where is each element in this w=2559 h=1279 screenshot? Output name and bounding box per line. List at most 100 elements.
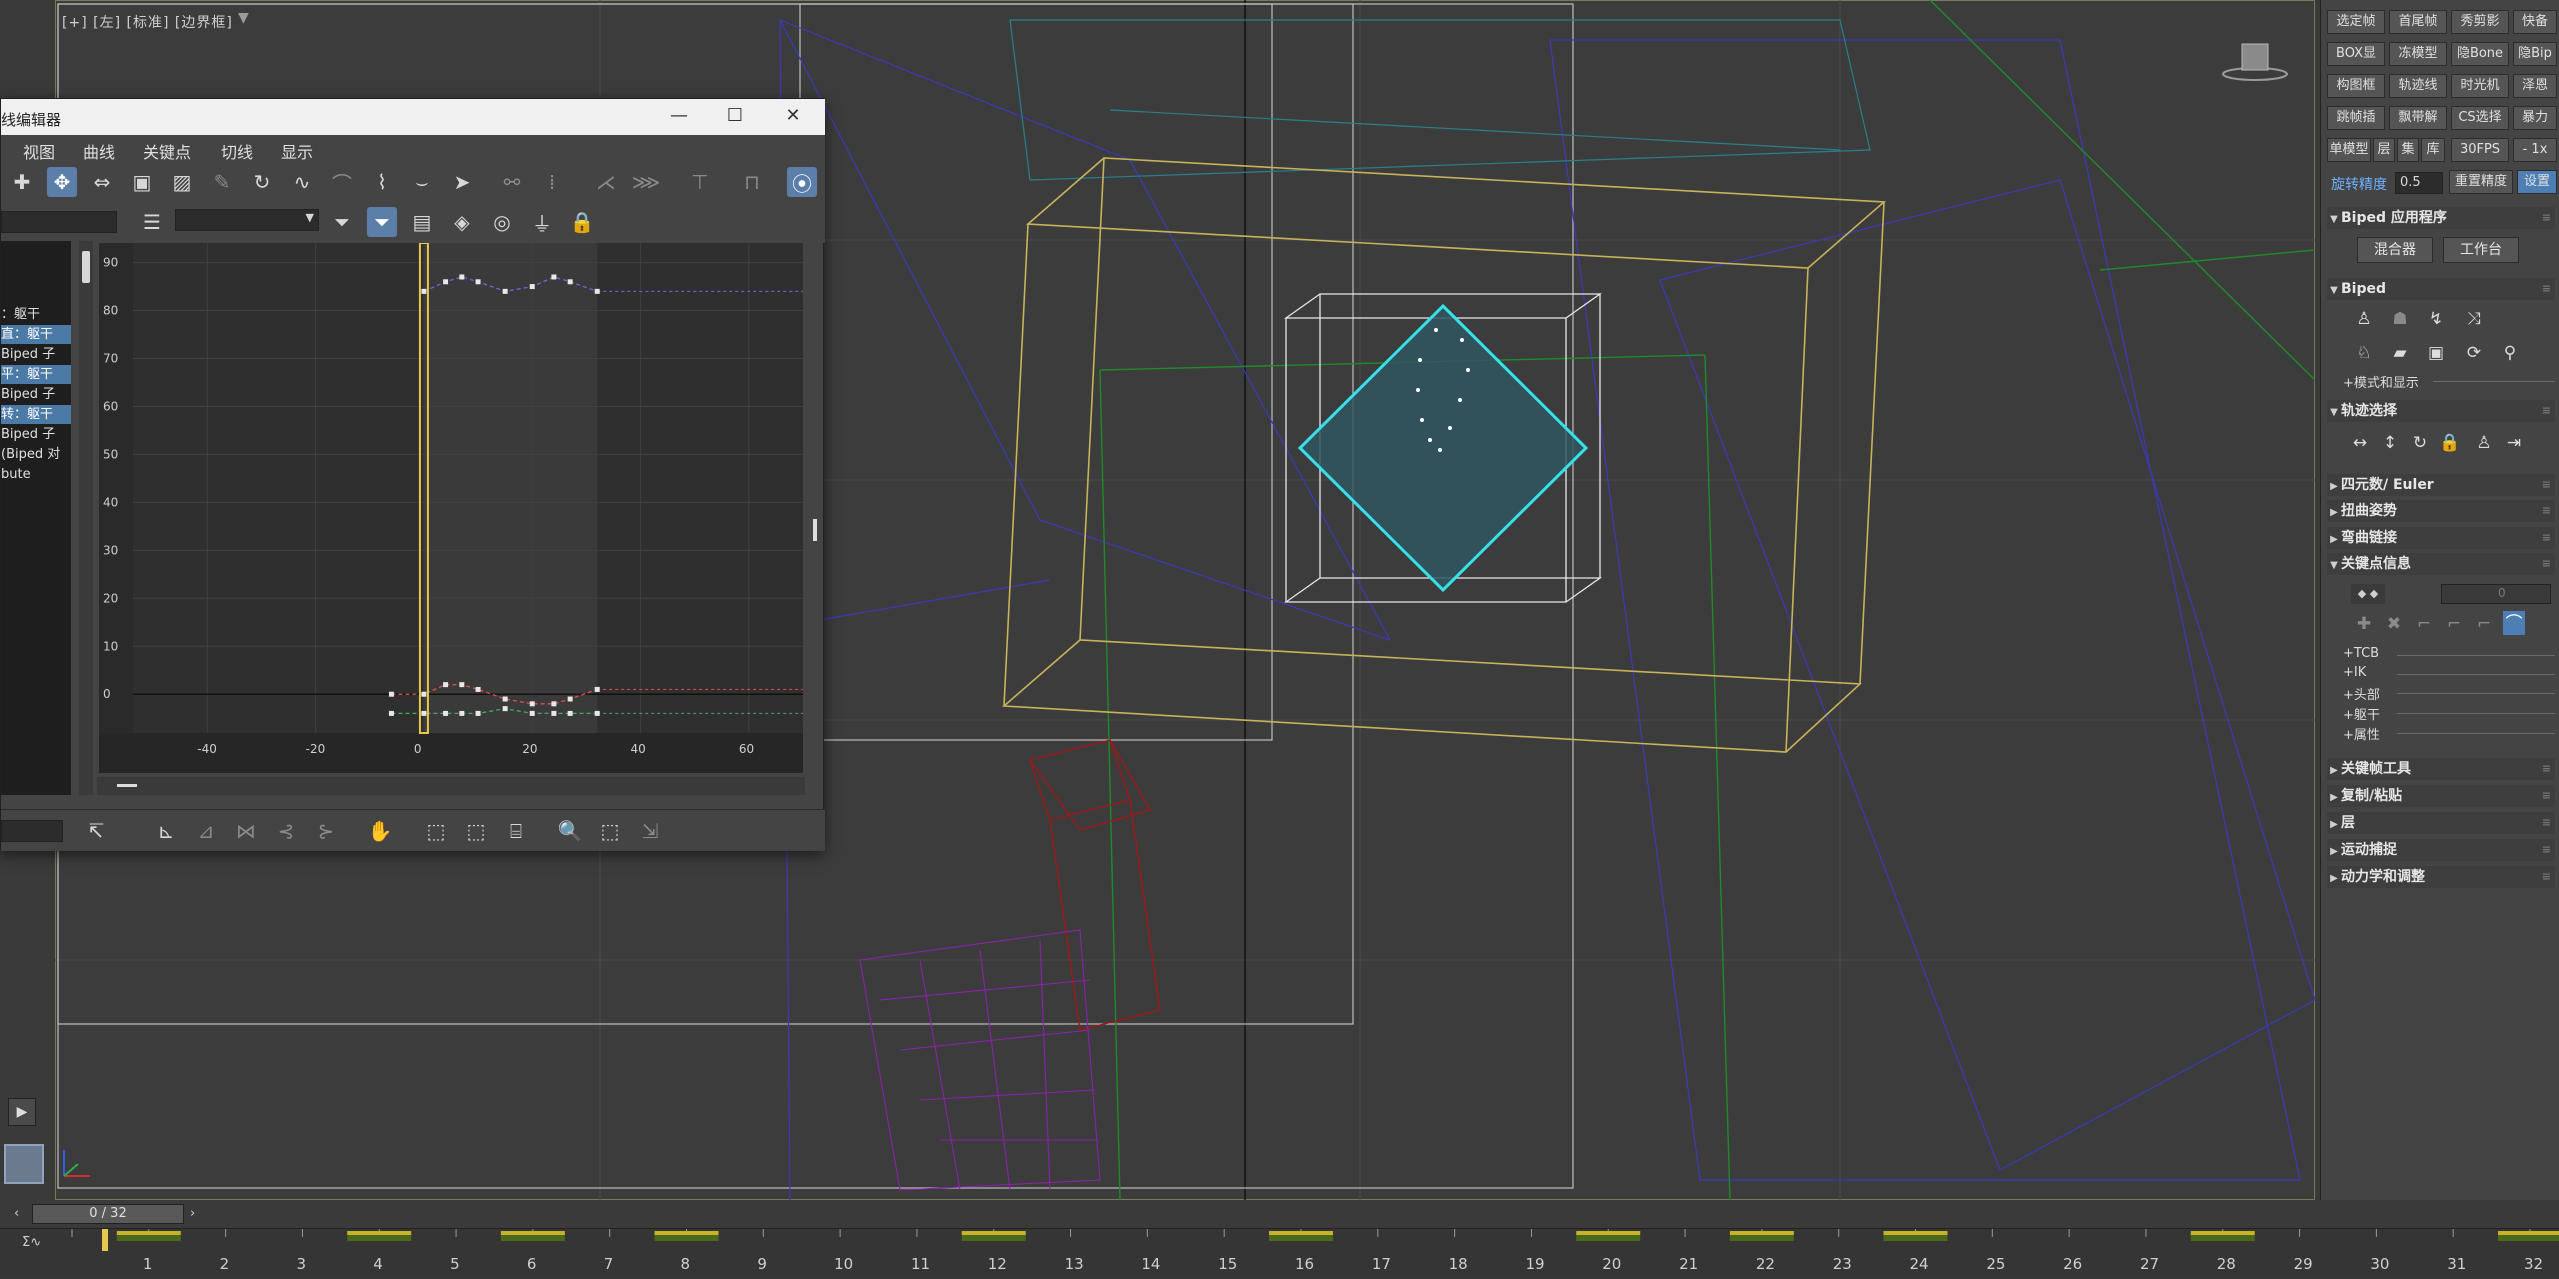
isolate-curve-icon[interactable]: ⊓ xyxy=(737,167,767,197)
break-tangent-icon[interactable]: ⚯ xyxy=(497,167,527,197)
rollout-biped[interactable]: ▼ Biped ≡ xyxy=(2327,278,2555,300)
quick-button[interactable]: 单模型 xyxy=(2327,138,2371,162)
mini-viewport-thumb[interactable] xyxy=(4,1144,44,1184)
quick-button[interactable]: 30FPS xyxy=(2451,138,2509,162)
draw-curve-icon[interactable]: ✎ xyxy=(207,167,237,197)
body-toggle[interactable]: +躯干 xyxy=(2343,704,2380,723)
set-free-icon[interactable]: ⌐ xyxy=(2471,611,2497,637)
quick-button[interactable]: 集 xyxy=(2397,138,2419,162)
frame-curve-icon[interactable]: ⊾ xyxy=(151,816,181,846)
graph-vscroll-thumb[interactable] xyxy=(813,519,817,541)
tree-item[interactable]: Biped 子 xyxy=(1,385,71,404)
rollout-dynamics[interactable]: ▶ 动力学和调整 ≡ xyxy=(2327,866,2555,888)
key-filter-icon[interactable]: ⏚ xyxy=(527,207,557,237)
quick-button[interactable]: BOX显 xyxy=(2327,42,2385,66)
fast-tangent-icon[interactable]: ⌇ xyxy=(367,167,397,197)
quick-button[interactable]: 秀剪影 xyxy=(2451,10,2509,34)
funnel-icon[interactable]: ▼ xyxy=(238,10,249,26)
chevron-right-icon[interactable]: › xyxy=(190,1206,195,1221)
time-slider-track[interactable]: ‹ 0 / 32 › xyxy=(0,1202,2559,1226)
timeline-svg[interactable]: 1 2 3 4 5 6 7 8 9 10 11 12 13 14 15 16 17 18 19 20 21 22 23 24 2… xyxy=(0,1229,2559,1279)
slide-key-icon[interactable]: ⇔ xyxy=(87,167,117,197)
lock-selection-icon[interactable]: 🔒 xyxy=(567,207,597,237)
track-name-field[interactable] xyxy=(1,211,117,233)
rollout-twist-pose[interactable]: ▶ 扭曲姿势 ≡ xyxy=(2327,500,2555,522)
rollout-key-info[interactable]: ▼ 关键点信息 ≡ xyxy=(2327,553,2555,575)
ik-toggle[interactable]: +IK xyxy=(2343,665,2366,680)
body-horizontal-icon[interactable]: ↔ xyxy=(2347,430,2373,456)
slow-tangent-icon[interactable]: ⌣ xyxy=(407,167,437,197)
filter-list-icon[interactable]: ☰ xyxy=(137,207,167,237)
scale-key-icon[interactable]: ▣ xyxy=(127,167,157,197)
zoom-icon[interactable]: 🔍 xyxy=(555,816,585,846)
quick-button[interactable]: - 1x xyxy=(2513,138,2557,162)
rollout-track-selection[interactable]: ▼ 轨迹选择 ≡ xyxy=(2327,400,2555,422)
motion-flow-icon[interactable]: ↯ xyxy=(2423,306,2449,332)
viewport-label[interactable]: [+] [左] [标准] [边界框] xyxy=(62,12,233,32)
quick-button[interactable]: 跳帧插 xyxy=(2327,106,2385,130)
track-set-dropdown[interactable]: ▼ xyxy=(175,209,319,231)
lock-tangent-icon[interactable]: ⋌ xyxy=(591,167,621,197)
rollout-biped-app[interactable]: ▼ Biped 应用程序 ≡ xyxy=(2327,207,2555,229)
quick-button[interactable]: 飘带解 xyxy=(2389,106,2447,130)
rollout-bend-link[interactable]: ▶ 弯曲链接 ≡ xyxy=(2327,527,2555,549)
zoom-selected-icon[interactable]: ◎ xyxy=(487,207,517,237)
rotation-precision-field[interactable]: 0.5 xyxy=(2395,172,2443,194)
frame-range-icon[interactable]: ⋈ xyxy=(231,816,261,846)
curve-editor-window[interactable]: 线编辑器 — ☐ ✕ 视图 曲线 关键点 切线 显示 ✚ ✥ ⇔ ▣ ▨ ✎ ↻… xyxy=(0,98,825,851)
rollout-motion-capture[interactable]: ▶ 运动捕捉 ≡ xyxy=(2327,839,2555,861)
mixer-mode-icon[interactable]: ⤨ xyxy=(2461,306,2487,332)
opposite-icon[interactable]: ⇥ xyxy=(2501,430,2527,456)
mixer-button[interactable]: 混合器 xyxy=(2357,237,2433,263)
quick-button[interactable]: CS选择 xyxy=(2451,106,2509,130)
graph-hscrollbar[interactable] xyxy=(97,777,805,795)
move-key-icon[interactable]: ✥ xyxy=(47,167,77,197)
select-arrow-icon[interactable]: ➤ xyxy=(447,167,477,197)
tree-item-selected[interactable]: 转：躯干 xyxy=(1,405,71,424)
pick-key-icon[interactable]: ↸ xyxy=(81,816,111,846)
key-number-field[interactable]: 0 xyxy=(2441,584,2551,604)
tree-item[interactable]: bute xyxy=(1,465,71,484)
menu-view[interactable]: 视图 xyxy=(23,139,55,163)
key-value-field[interactable] xyxy=(1,820,63,842)
frame-value-icon[interactable]: ⊿ xyxy=(191,816,221,846)
close-icon[interactable]: ✕ xyxy=(771,103,815,131)
tree-item-selected[interactable]: 直：躯干 xyxy=(1,325,71,344)
menu-keys[interactable]: 关键点 xyxy=(143,139,191,163)
quick-button[interactable]: 轨迹线 xyxy=(2389,74,2447,98)
quick-button[interactable]: 层 xyxy=(2373,138,2395,162)
tree-scrollbar[interactable] xyxy=(79,241,93,795)
tree-scroll-thumb[interactable] xyxy=(82,251,90,283)
rollout-quaternion-euler[interactable]: ▶ 四元数/ Euler ≡ xyxy=(2327,474,2555,496)
tcb-toggle[interactable]: +TCB xyxy=(2343,646,2379,661)
quick-button[interactable]: 选定帧 xyxy=(2327,10,2385,34)
workbench-button[interactable]: 工作台 xyxy=(2443,237,2519,263)
set-key-icon[interactable]: ✚ xyxy=(2351,611,2377,637)
filter-selected-icon[interactable]: ⏷ xyxy=(327,207,357,237)
quick-button[interactable]: 构图框 xyxy=(2327,74,2385,98)
quick-button[interactable]: 时光机 xyxy=(2451,74,2509,98)
convert-icon[interactable]: ⟳ xyxy=(2461,340,2487,366)
save-file-icon[interactable]: ▣ xyxy=(2423,340,2449,366)
settings-button[interactable]: 设置 xyxy=(2517,170,2557,194)
trajectory-toggle-icon[interactable]: ⌒ xyxy=(2503,611,2525,635)
quick-button[interactable]: 快备 xyxy=(2513,10,2557,34)
zoom-extents-selected-icon[interactable]: ⬚ xyxy=(461,816,491,846)
tree-item[interactable]: ：躯干 xyxy=(1,305,71,324)
curve-graph-svg[interactable]: 0 10 20 30 40 50 60 70 80 90 -40 -20 0 20 40 60 xyxy=(99,242,803,773)
body-vertical-icon[interactable]: ↕ xyxy=(2377,430,2403,456)
quick-button[interactable]: 隐Bone xyxy=(2451,42,2509,66)
reduce-keys-icon[interactable]: ↻ xyxy=(247,167,277,197)
fit-horizontal-icon[interactable]: ⊰ xyxy=(271,816,301,846)
tree-item[interactable]: Biped 子 xyxy=(1,345,71,364)
curve-editor-titlebar[interactable]: 线编辑器 — ☐ ✕ xyxy=(1,99,825,135)
add-key-icon[interactable]: ✚ xyxy=(7,167,37,197)
quick-button[interactable]: 泽恩 xyxy=(2513,74,2557,98)
layer-filter-icon[interactable]: ◈ xyxy=(447,207,477,237)
body-rotation-icon[interactable]: ↻ xyxy=(2407,430,2433,456)
rollout-layers[interactable]: ▶ 层 ≡ xyxy=(2327,812,2555,834)
hscroll-thumb[interactable] xyxy=(117,784,137,787)
filter-animated-icon[interactable]: ⏷ xyxy=(367,207,397,237)
set-sliding-icon[interactable]: ⌐ xyxy=(2441,611,2467,637)
rollout-keyframe-tools[interactable]: ▶ 关键帧工具 ≡ xyxy=(2327,758,2555,780)
